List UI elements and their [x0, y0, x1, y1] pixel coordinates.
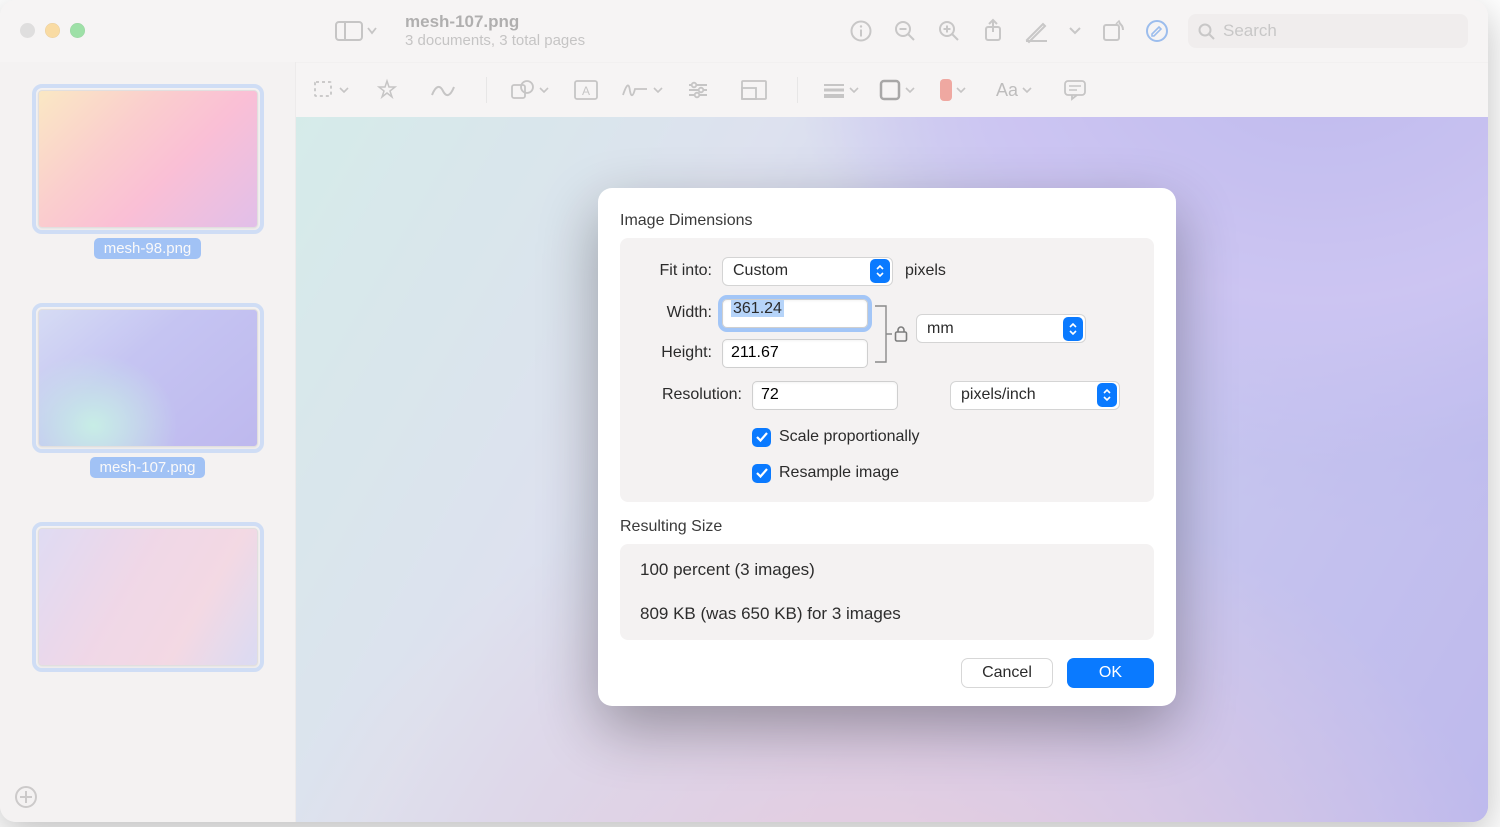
dimension-unit-value: mm [927, 320, 1055, 338]
preview-window: mesh-107.png 3 documents, 3 total pages … [0, 0, 1488, 822]
section-resulting-size: Resulting Size [620, 518, 1154, 536]
popup-arrows-icon [1097, 383, 1117, 407]
result-filesize-line: 809 KB (was 650 KB) for 3 images [640, 604, 1134, 624]
height-field[interactable] [722, 339, 868, 368]
width-field[interactable]: 361.24 [722, 299, 868, 328]
popup-arrows-icon [1063, 317, 1083, 341]
cancel-button[interactable]: Cancel [961, 658, 1053, 688]
resolution-unit-popup[interactable]: pixels/inch [950, 381, 1120, 410]
resulting-size-panel: 100 percent (3 images) 809 KB (was 650 K… [620, 544, 1154, 640]
width-value: 361.24 [731, 300, 784, 317]
aspect-lock-bracket [874, 298, 904, 368]
width-label: Width: [640, 304, 712, 322]
adjust-size-dialog: Image Dimensions Fit into: Custom pixels… [598, 188, 1176, 706]
result-percent-line: 100 percent (3 images) [640, 560, 1134, 580]
resolution-label: Resolution: [640, 386, 742, 404]
fit-into-unit: pixels [905, 262, 946, 280]
fit-into-popup[interactable]: Custom [722, 257, 893, 286]
dimension-unit-popup[interactable]: mm [916, 314, 1086, 343]
scale-proportionally-checkbox[interactable] [752, 428, 771, 447]
resample-image-label: Resample image [779, 464, 899, 482]
resolution-unit-value: pixels/inch [961, 386, 1089, 404]
resample-image-checkbox[interactable] [752, 464, 771, 483]
ok-button[interactable]: OK [1067, 658, 1154, 688]
fit-into-value: Custom [733, 262, 862, 280]
popup-arrows-icon [870, 259, 890, 283]
resolution-field[interactable] [752, 381, 898, 410]
fit-into-label: Fit into: [640, 262, 712, 280]
section-image-dimensions: Image Dimensions [620, 212, 1154, 230]
height-label: Height: [640, 344, 712, 362]
ok-label: OK [1099, 664, 1122, 682]
image-dimensions-panel: Fit into: Custom pixels Width: 361.24 He… [620, 238, 1154, 502]
cancel-label: Cancel [982, 664, 1032, 682]
scale-proportionally-label: Scale proportionally [779, 428, 920, 446]
